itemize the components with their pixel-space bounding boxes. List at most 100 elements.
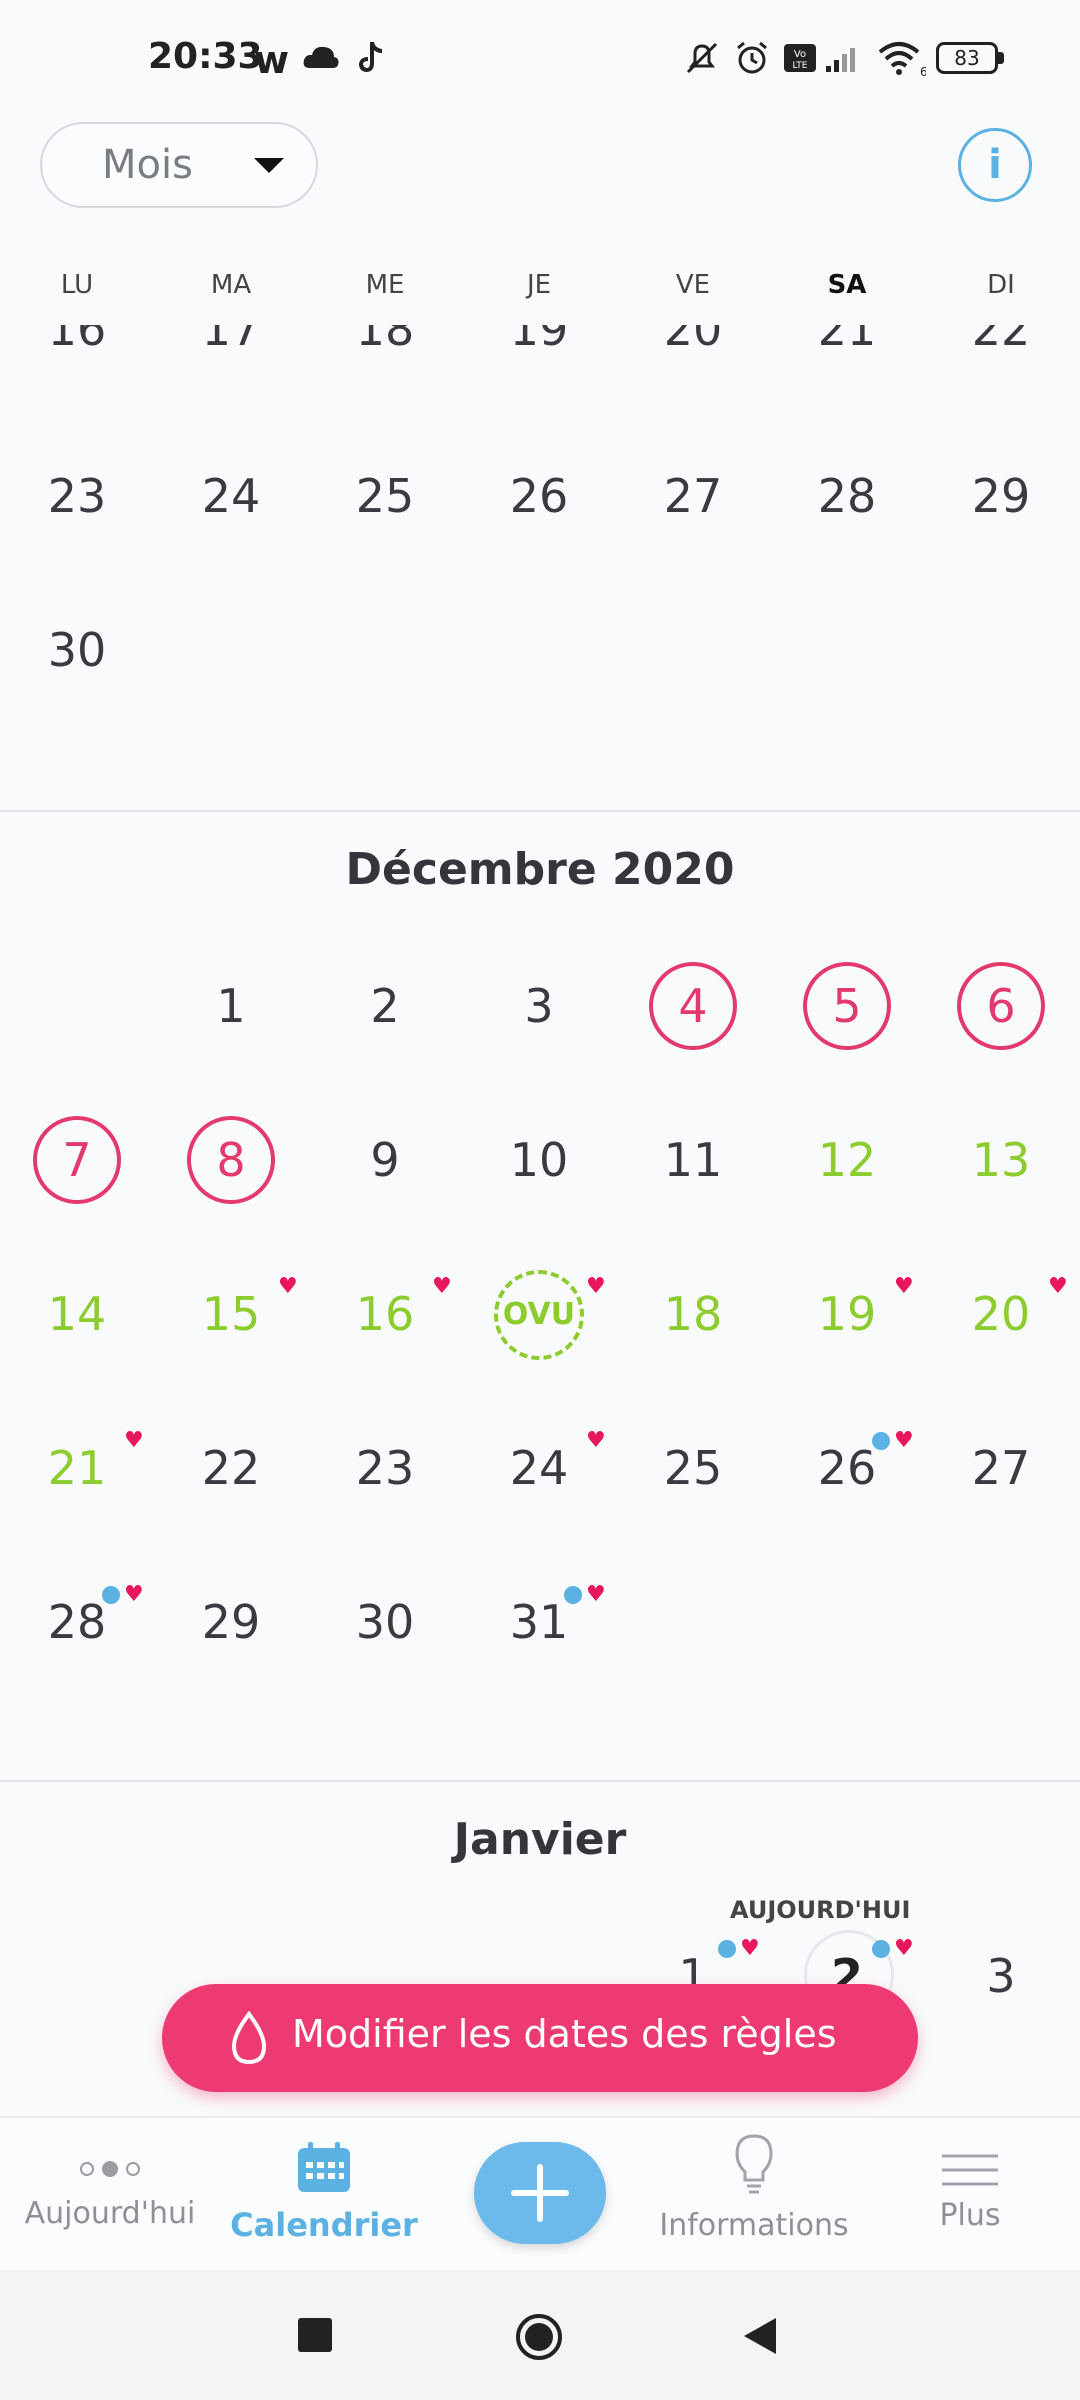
calendar-day[interactable]: 7 bbox=[462, 2105, 616, 2116]
calendar-day[interactable]: 11 bbox=[616, 1130, 770, 1190]
volte-icon: Vo LTE bbox=[784, 44, 816, 72]
weekday-header: LU MA ME JE VE SA DI bbox=[0, 270, 1080, 320]
calendar-day[interactable]: 23 bbox=[308, 1438, 462, 1498]
calendar-day[interactable]: 24 bbox=[154, 466, 308, 526]
calendar-day-period[interactable]: 5 bbox=[770, 976, 924, 1036]
calendar-day-period[interactable]: 4 bbox=[616, 976, 770, 1036]
calendar-day[interactable]: 25 bbox=[616, 1438, 770, 1498]
calendar-day[interactable]: 16 bbox=[0, 325, 154, 359]
calendar-day[interactable]: 22 bbox=[154, 1438, 308, 1498]
month-title-january: Janvier bbox=[453, 1814, 627, 1865]
weekday-label: JE bbox=[526, 270, 552, 300]
lightbulb-icon bbox=[735, 2134, 773, 2194]
november-partial-row: 16 17 18 19 20 21 22 bbox=[0, 325, 1080, 365]
weekday-label-today: SA bbox=[827, 270, 867, 300]
caret-down-icon bbox=[254, 158, 284, 173]
status-time: 20:33 bbox=[148, 36, 263, 77]
heart-icon: ♥ bbox=[586, 1428, 606, 1453]
calendar-day[interactable]: 6 bbox=[308, 2105, 462, 2116]
month-divider bbox=[0, 810, 1080, 812]
blue-dot-icon bbox=[718, 1940, 736, 1958]
wifi-icon: 6 bbox=[878, 42, 926, 78]
calendar-day[interactable]: 30 bbox=[308, 1592, 462, 1652]
edit-period-dates-button[interactable]: Modifier les dates des règles bbox=[162, 1984, 918, 2092]
home-button[interactable] bbox=[514, 2312, 564, 2362]
calendar-day[interactable]: 3 bbox=[462, 976, 616, 1036]
battery-icon: 83 bbox=[936, 42, 998, 74]
heart-icon: ♥ bbox=[124, 1428, 144, 1453]
w-app-icon: w bbox=[254, 38, 290, 82]
weekday-label: ME bbox=[365, 270, 405, 300]
calendar-day[interactable]: 26 bbox=[462, 466, 616, 526]
back-button[interactable] bbox=[742, 2316, 778, 2356]
svg-text:6: 6 bbox=[920, 65, 926, 78]
svg-text:LTE: LTE bbox=[793, 61, 808, 71]
calendar-day[interactable]: 3 bbox=[924, 1946, 1078, 2006]
drop-icon bbox=[231, 2010, 267, 2065]
calendar-day[interactable]: 30 bbox=[0, 620, 154, 680]
calendar-day[interactable]: 9 bbox=[308, 1130, 462, 1190]
calendar-day[interactable]: 29 bbox=[924, 466, 1078, 526]
weekday-label: LU bbox=[60, 270, 94, 300]
january-partial-row: 4 5 6 7 8 9 10 bbox=[0, 2090, 1080, 2116]
nav-today[interactable]: Aujourd'hui bbox=[0, 2152, 220, 2231]
calendar-day[interactable]: 1 bbox=[154, 976, 308, 1036]
calendar-day-fertile[interactable]: 12 bbox=[770, 1130, 924, 1190]
menu-icon bbox=[942, 2154, 998, 2186]
nav-calendar[interactable]: Calendrier bbox=[214, 2140, 434, 2244]
calendar-day[interactable]: 2 bbox=[308, 976, 462, 1036]
calendar-day[interactable]: 5 bbox=[154, 2105, 308, 2116]
calendar-day-period[interactable]: 6 bbox=[924, 976, 1078, 1036]
calendar-day[interactable]: 28 bbox=[770, 466, 924, 526]
calendar-day[interactable]: 19 bbox=[462, 325, 616, 359]
calendar-day-period[interactable]: 8 bbox=[154, 1130, 308, 1190]
view-mode-dropdown[interactable]: Mois bbox=[40, 122, 318, 208]
svg-text:Vo: Vo bbox=[794, 49, 806, 60]
nav-more-label: Plus bbox=[939, 2198, 1001, 2233]
signal-icon bbox=[826, 48, 855, 72]
heart-icon: ♥ bbox=[740, 1936, 760, 1961]
calendar-day-period[interactable]: 7 bbox=[0, 1130, 154, 1190]
battery-level: 83 bbox=[954, 46, 980, 70]
calendar-day[interactable]: 23 bbox=[0, 466, 154, 526]
add-entry-button[interactable] bbox=[474, 2142, 606, 2244]
calendar-day[interactable]: 29 bbox=[154, 1592, 308, 1652]
calendar-day[interactable]: 17 bbox=[154, 325, 308, 359]
calendar-day[interactable]: 4 bbox=[0, 2105, 154, 2116]
nav-informations[interactable]: Informations bbox=[644, 2132, 864, 2243]
calendar-day[interactable]: 22 bbox=[924, 325, 1078, 359]
calendar-day[interactable]: 27 bbox=[616, 466, 770, 526]
ovulation-day-marker[interactable]: OVU bbox=[494, 1270, 584, 1360]
nav-today-label: Aujourd'hui bbox=[24, 2196, 196, 2231]
calendar-day[interactable]: 10 bbox=[924, 2105, 1078, 2116]
calendar-day[interactable]: 20 bbox=[616, 325, 770, 359]
calendar-day[interactable]: 18 bbox=[308, 325, 462, 359]
calendar-day[interactable]: 8 bbox=[616, 2105, 770, 2116]
dots-icon bbox=[80, 2161, 140, 2177]
calendar-day-fertile[interactable]: 14 bbox=[0, 1284, 154, 1344]
recents-button[interactable] bbox=[298, 2318, 332, 2352]
calendar-day-fertile[interactable]: 13 bbox=[924, 1130, 1078, 1190]
heart-icon: ♥ bbox=[1048, 1274, 1068, 1299]
nav-calendar-label: Calendrier bbox=[230, 2206, 418, 2244]
calendar-icon bbox=[298, 2142, 350, 2192]
calendar-day[interactable]: 10 bbox=[462, 1130, 616, 1190]
weekday-label: MA bbox=[210, 270, 252, 300]
calendar-day[interactable]: 27 bbox=[924, 1438, 1078, 1498]
calendar-day[interactable]: 21 bbox=[770, 325, 924, 359]
heart-icon: ♥ bbox=[894, 1428, 914, 1453]
nav-more[interactable]: Plus bbox=[860, 2152, 1080, 2233]
battery-tip bbox=[998, 52, 1004, 64]
info-button[interactable]: i bbox=[958, 128, 1032, 202]
calendar-day[interactable]: 25 bbox=[308, 466, 462, 526]
calendar-day[interactable]: 9 bbox=[770, 2105, 924, 2116]
blue-dot-icon bbox=[872, 1940, 890, 1958]
heart-icon: ♥ bbox=[432, 1274, 452, 1299]
heart-icon: ♥ bbox=[894, 1274, 914, 1299]
heart-icon: ♥ bbox=[586, 1582, 606, 1607]
calendar-day-fertile[interactable]: 18 bbox=[616, 1284, 770, 1344]
plus-icon bbox=[511, 2164, 569, 2222]
blue-dot-icon bbox=[872, 1432, 890, 1450]
today-label: AUJOURD'HUI bbox=[730, 1896, 911, 1924]
heart-icon: ♥ bbox=[894, 1936, 914, 1961]
